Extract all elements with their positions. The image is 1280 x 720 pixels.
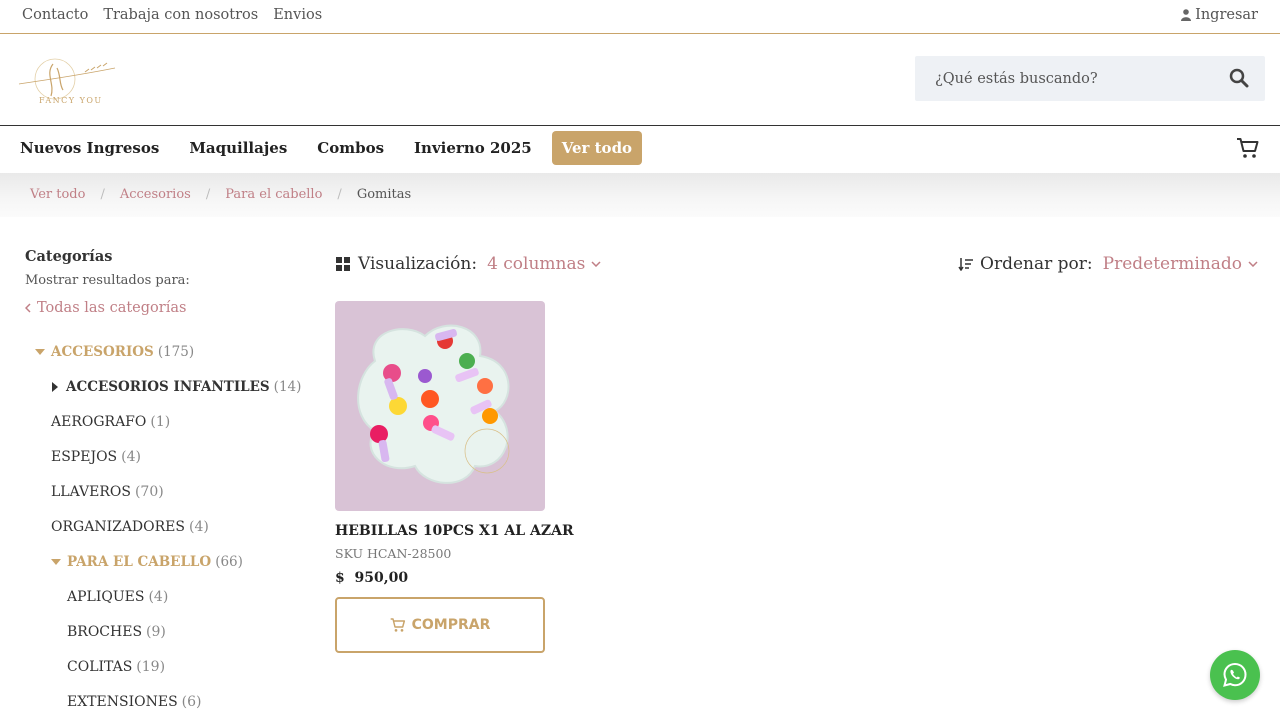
- category-hair-ties[interactable]: COLITAS (19): [67, 659, 165, 675]
- category-label: COLITAS: [67, 659, 133, 675]
- cart-icon: [390, 618, 405, 632]
- category-count: (14): [273, 379, 302, 395]
- chevron-down-icon: [591, 261, 601, 267]
- sort-value: Predeterminado: [1102, 254, 1242, 274]
- category-label: APLIQUES: [67, 589, 145, 605]
- category-label: ACCESORIOS: [51, 344, 154, 360]
- nav-item-makeup[interactable]: Maquillajes: [189, 131, 287, 165]
- category-label: EXTENSIONES: [67, 694, 178, 710]
- breadcrumb-separator: /: [205, 187, 211, 202]
- user-icon: [1181, 9, 1192, 21]
- whatsapp-button[interactable]: [1210, 650, 1260, 700]
- view-selector: Visualización: 4 columnas: [336, 254, 601, 274]
- breadcrumb-separator: /: [337, 187, 342, 202]
- nav-item-new[interactable]: Nuevos Ingresos: [20, 131, 159, 165]
- category-mirrors[interactable]: ESPEJOS (4): [51, 449, 141, 465]
- breadcrumb-current: Gomitas: [356, 187, 412, 202]
- category-count: (175): [157, 344, 195, 360]
- sort-label: Ordenar por:: [980, 254, 1093, 274]
- category-accessories[interactable]: ACCESORIOS (175): [35, 344, 194, 360]
- category-label: LLAVEROS: [51, 484, 131, 500]
- search-icon[interactable]: [1229, 68, 1249, 88]
- category-count: (9): [146, 624, 166, 640]
- category-organizers[interactable]: ORGANIZADORES (4): [51, 519, 209, 535]
- category-count: (4): [148, 589, 169, 605]
- breadcrumb-accessories[interactable]: Accesorios: [120, 187, 191, 202]
- contact-link[interactable]: Contacto: [22, 7, 88, 23]
- view-value: 4 columnas: [487, 254, 586, 274]
- category-count: (4): [188, 519, 209, 535]
- sort-icon: [958, 258, 974, 271]
- nav-item-winter[interactable]: Invierno 2025: [414, 131, 532, 165]
- store-logo[interactable]: FANCY YOU: [15, 54, 119, 110]
- breadcrumb-hair[interactable]: Para el cabello: [225, 187, 322, 202]
- logo-text: FANCY YOU: [39, 96, 103, 105]
- category-extensions[interactable]: EXTENSIONES (6): [67, 694, 202, 710]
- login-link[interactable]: Ingresar: [1181, 7, 1258, 23]
- product-image[interactable]: [335, 301, 545, 511]
- category-keychains[interactable]: LLAVEROS (70): [51, 484, 164, 500]
- top-links: Contacto Trabaja con nosotros Envios: [22, 7, 322, 23]
- view-dropdown[interactable]: 4 columnas: [487, 254, 601, 274]
- sort-dropdown[interactable]: Predeterminado: [1103, 254, 1258, 274]
- product-price: $ 950,00: [335, 570, 409, 586]
- buy-label: COMPRAR: [411, 617, 491, 633]
- caret-down-icon: [51, 559, 61, 565]
- shipping-link[interactable]: Envios: [273, 7, 322, 23]
- header: FANCY YOU: [0, 34, 1280, 126]
- main-nav: Nuevos Ingresos Maquillajes Combos Invie…: [0, 126, 1280, 173]
- category-kids-accessories[interactable]: ACCESORIOS INFANTILES (14): [52, 379, 301, 395]
- nav-item-combos[interactable]: Combos: [317, 131, 384, 165]
- category-label: AEROGRAFO: [51, 414, 147, 430]
- category-count: (4): [121, 449, 141, 465]
- sidebar-subtitle: Mostrar resultados para:: [25, 273, 190, 288]
- chevron-left-icon: [25, 303, 31, 313]
- category-label: ACCESORIOS INFANTILES: [66, 379, 270, 395]
- top-bar: Contacto Trabaja con nosotros Envios Ing…: [0, 0, 1280, 34]
- category-appliques[interactable]: APLIQUES (4): [67, 589, 168, 605]
- category-count: (66): [215, 554, 243, 570]
- grid-icon: [336, 257, 350, 271]
- sort-selector: Ordenar por: Predeterminado: [958, 254, 1258, 274]
- category-airbrush[interactable]: AEROGRAFO (1): [51, 414, 170, 430]
- category-label: ORGANIZADORES: [51, 519, 185, 535]
- breadcrumb-view-all[interactable]: Ver todo: [30, 187, 85, 202]
- category-count: (19): [136, 659, 166, 675]
- product-sku: SKU HCAN-28500: [335, 546, 452, 561]
- category-hair[interactable]: PARA EL CABELLO (66): [51, 554, 243, 570]
- product-name[interactable]: HEBILLAS 10PCS X1 AL AZAR: [335, 523, 574, 539]
- category-clips[interactable]: BROCHES (9): [67, 624, 166, 640]
- all-categories-label: Todas las categorías: [37, 300, 187, 316]
- buy-button[interactable]: COMPRAR: [335, 597, 545, 653]
- login-label: Ingresar: [1195, 7, 1258, 23]
- category-label: BROCHES: [67, 624, 143, 640]
- breadcrumb: Ver todo / Accesorios / Para el cabello …: [30, 187, 411, 202]
- all-categories-link[interactable]: Todas las categorías: [25, 300, 305, 316]
- caret-down-icon: [35, 349, 45, 355]
- breadcrumb-bar: Ver todo / Accesorios / Para el cabello …: [0, 173, 1280, 217]
- caret-right-icon: [52, 382, 58, 392]
- sidebar-title: Categorías: [25, 248, 113, 265]
- category-count: (6): [181, 694, 202, 710]
- jobs-link[interactable]: Trabaja con nosotros: [103, 7, 258, 23]
- category-count: (1): [150, 414, 171, 430]
- search-box: [915, 56, 1265, 101]
- nav-item-view-all[interactable]: Ver todo: [551, 131, 643, 165]
- category-label: PARA EL CABELLO: [67, 554, 212, 570]
- cart-icon[interactable]: [1236, 136, 1260, 160]
- category-count: (70): [134, 484, 164, 500]
- breadcrumb-separator: /: [100, 187, 105, 202]
- whatsapp-icon: [1223, 662, 1247, 687]
- view-label: Visualización:: [358, 254, 478, 274]
- search-input[interactable]: [915, 56, 1215, 101]
- product-card: HEBILLAS 10PCS X1 AL AZAR SKU HCAN-28500…: [335, 301, 574, 653]
- category-label: ESPEJOS: [51, 449, 118, 465]
- chevron-down-icon: [1248, 261, 1258, 267]
- category-sidebar: Categorías Mostrar resultados para: Toda…: [25, 248, 305, 316]
